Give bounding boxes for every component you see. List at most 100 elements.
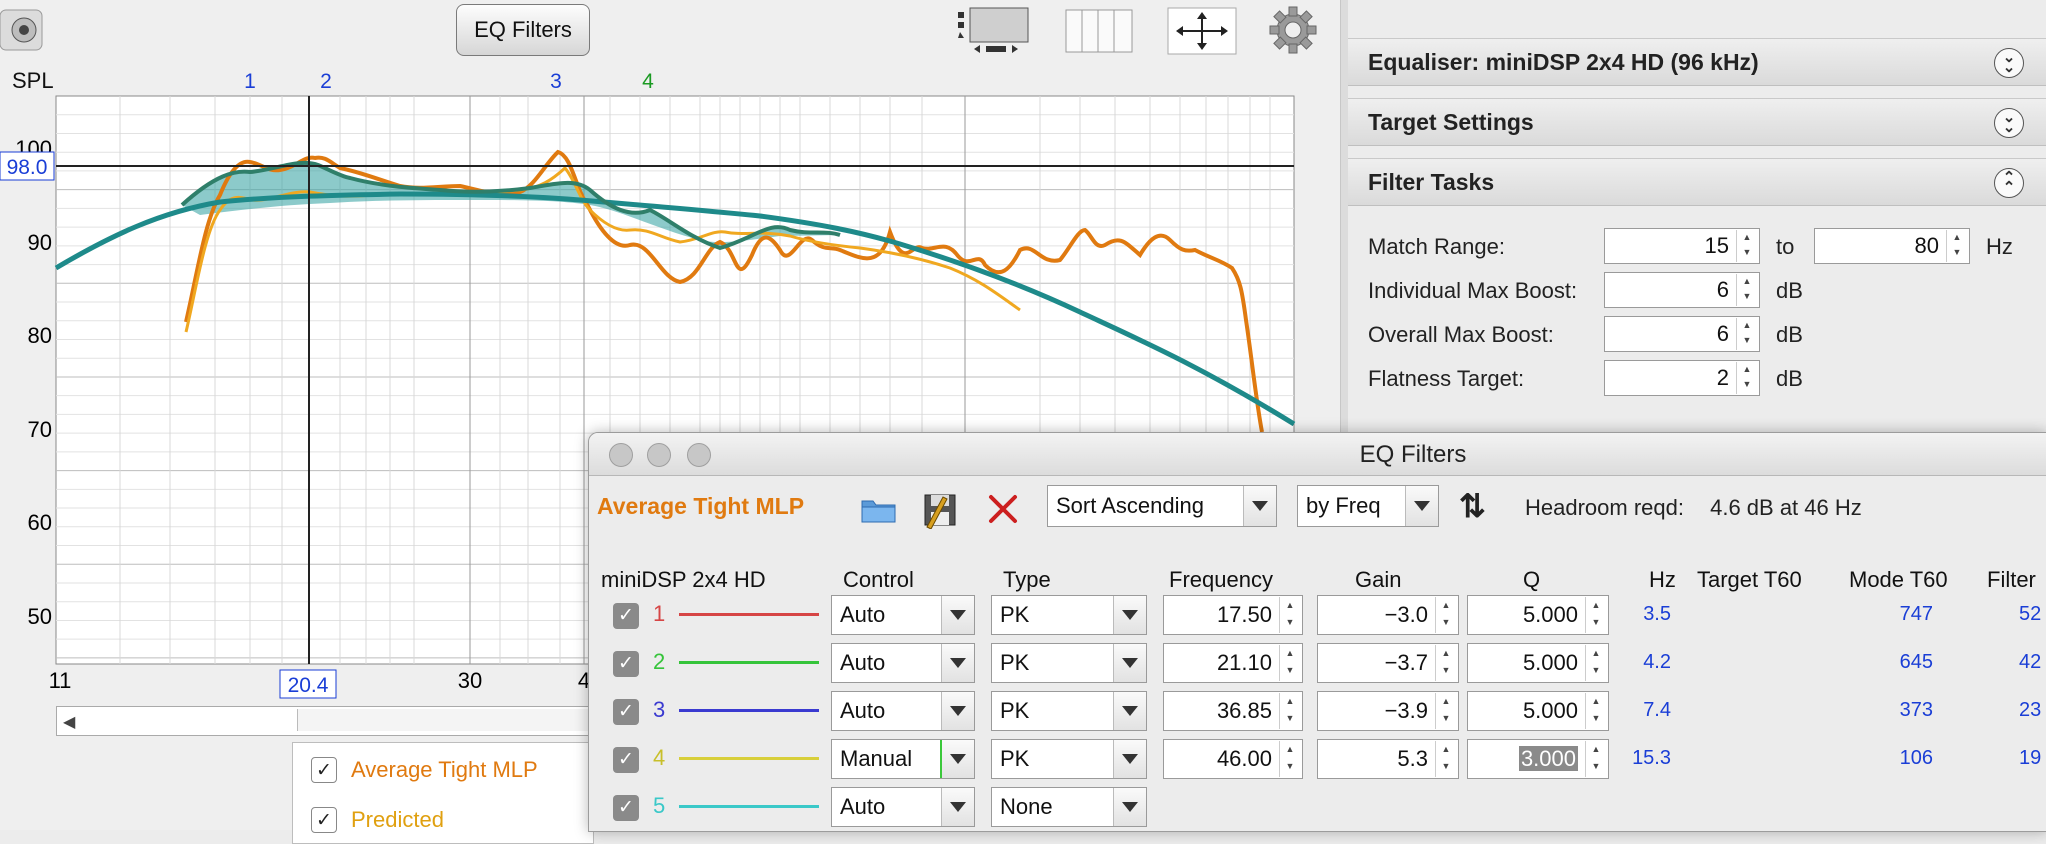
spinner-icon[interactable]: ▲ ▼ xyxy=(1585,693,1606,729)
open-folder-icon[interactable] xyxy=(859,489,899,529)
chevron-down-icon[interactable] xyxy=(1113,788,1146,826)
spinner-icon[interactable]: ▲ ▼ xyxy=(1279,741,1300,777)
chevron-down-icon[interactable] xyxy=(1113,644,1146,682)
filter-control-select[interactable]: Auto xyxy=(831,643,975,683)
expand-icon[interactable]: ⌄ ⌄ xyxy=(1994,108,2024,138)
filter-gain-input[interactable]: −3.7 ▲ ▼ xyxy=(1317,643,1459,683)
filter-q-input[interactable]: 5.000 ▲ ▼ xyxy=(1467,643,1609,683)
chevron-down-icon[interactable] xyxy=(1113,740,1146,778)
filter-control-value: Auto xyxy=(840,602,886,627)
legend-item-measurement[interactable]: ✓ Average Tight MLP xyxy=(311,757,538,783)
filter-enabled-checkbox[interactable]: ✓ xyxy=(613,651,639,677)
chevron-down-icon[interactable] xyxy=(941,596,974,634)
y-tick-60: 60 xyxy=(28,510,52,535)
legend-item-predicted[interactable]: ✓ Predicted xyxy=(311,807,444,833)
filter-q-input[interactable]: 5.000 ▲ ▼ xyxy=(1467,595,1609,635)
spinner-icon[interactable]: ▲ ▼ xyxy=(1435,645,1456,681)
filter-marker-4[interactable]: 4 xyxy=(642,70,654,93)
window-titlebar[interactable]: EQ Filters xyxy=(589,433,2046,476)
sort-toggle-icon[interactable]: ⇅ xyxy=(1459,487,1486,525)
filter-control-select[interactable]: Auto xyxy=(831,595,975,635)
col-mode-t60: Mode T60 xyxy=(1849,567,1948,592)
columns-icon[interactable] xyxy=(1064,4,1136,56)
chevron-down-icon[interactable] xyxy=(1405,486,1438,526)
filter-marker-3[interactable]: 3 xyxy=(550,70,562,93)
filter-frequency-input[interactable]: 21.10 ▲ ▼ xyxy=(1163,643,1303,683)
spinner-icon[interactable]: ▲ ▼ xyxy=(1585,741,1606,777)
filter-enabled-checkbox[interactable]: ✓ xyxy=(613,699,639,725)
filter-gain-input[interactable]: 5.3 ▲ ▼ xyxy=(1317,739,1459,779)
filter-number: 4 xyxy=(653,745,666,770)
legend-checkbox-measurement[interactable]: ✓ xyxy=(311,757,337,783)
speaker-icon[interactable] xyxy=(0,8,46,52)
eq-filters-button[interactable]: EQ Filters xyxy=(456,4,590,56)
filter-q-input[interactable]: 3.000 ▲ ▼ xyxy=(1467,739,1609,779)
scroll-thumb[interactable] xyxy=(297,709,598,731)
filter-frequency-input[interactable]: 17.50 ▲ ▼ xyxy=(1163,595,1303,635)
section-equaliser[interactable]: Equaliser: miniDSP 2x4 HD (96 kHz) ⌄ ⌄ xyxy=(1348,38,2046,86)
col-filter: Filter xyxy=(1987,567,2036,592)
spinner-icon[interactable]: ▲ ▼ xyxy=(1736,274,1757,306)
filter-control-select[interactable]: Auto xyxy=(831,691,975,731)
col-device: miniDSP 2x4 HD xyxy=(601,567,766,592)
filter-control-select[interactable]: Manual xyxy=(831,739,975,779)
horizontal-scrollbar[interactable]: ◀ xyxy=(56,706,598,736)
spinner-icon[interactable]: ▲ ▼ xyxy=(1736,230,1757,262)
chevron-down-icon[interactable] xyxy=(941,644,974,682)
expand-icon[interactable]: ⌄ ⌄ xyxy=(1994,48,2024,78)
spinner-icon[interactable]: ▲ ▼ xyxy=(1736,362,1757,394)
overall-max-boost-input[interactable]: 6 ▲ ▼ xyxy=(1604,316,1760,352)
spinner-icon[interactable]: ▲ ▼ xyxy=(1279,645,1300,681)
spinner-icon[interactable]: ▲ ▼ xyxy=(1736,318,1757,350)
gear-icon[interactable] xyxy=(1268,4,1318,56)
filter-enabled-checkbox[interactable]: ✓ xyxy=(613,747,639,773)
filter-type-select[interactable]: PK xyxy=(991,643,1147,683)
spinner-icon[interactable]: ▲ ▼ xyxy=(1585,597,1606,633)
move-icon[interactable] xyxy=(1166,4,1240,56)
spinner-icon[interactable]: ▲ ▼ xyxy=(1435,693,1456,729)
spinner-icon[interactable]: ▲ ▼ xyxy=(1946,230,1967,262)
spinner-icon[interactable]: ▲ ▼ xyxy=(1585,645,1606,681)
chevron-down-icon[interactable] xyxy=(1243,486,1276,526)
filter-gain-input[interactable]: −3.0 ▲ ▼ xyxy=(1317,595,1459,635)
filter-type-select[interactable]: None xyxy=(991,787,1147,827)
filter-enabled-checkbox[interactable]: ✓ xyxy=(613,603,639,629)
individual-max-boost-input[interactable]: 6 ▲ ▼ xyxy=(1604,272,1760,308)
spinner-icon[interactable]: ▲ ▼ xyxy=(1435,741,1456,777)
filter-type-select[interactable]: PK xyxy=(991,691,1147,731)
sort-by-select[interactable]: by Freq xyxy=(1297,485,1439,527)
spinner-icon[interactable]: ▲ ▼ xyxy=(1279,693,1300,729)
match-range-to-input[interactable]: 80 ▲ ▼ xyxy=(1814,228,1970,264)
filter-frequency-input[interactable]: 46.00 ▲ ▼ xyxy=(1163,739,1303,779)
delete-icon[interactable] xyxy=(983,489,1023,529)
chevron-down-icon[interactable] xyxy=(1113,692,1146,730)
chevron-down-icon[interactable] xyxy=(940,740,974,778)
section-target-settings[interactable]: Target Settings ⌄ ⌄ xyxy=(1348,98,2046,146)
save-icon[interactable] xyxy=(921,489,961,529)
filter-row: ✓ 4 Manual PK 46.00 ▲ ▼ 5.3 ▲ ▼ 3.000 ▲ ▼ 1… xyxy=(589,739,2046,779)
filter-type-select[interactable]: PK xyxy=(991,739,1147,779)
filter-control-value: Auto xyxy=(840,794,886,819)
spinner-icon[interactable]: ▲ ▼ xyxy=(1279,597,1300,633)
chevron-down-icon[interactable] xyxy=(941,692,974,730)
spinner-icon[interactable]: ▲ ▼ xyxy=(1435,597,1456,633)
filter-enabled-checkbox[interactable]: ✓ xyxy=(613,795,639,821)
filter-frequency-input[interactable]: 36.85 ▲ ▼ xyxy=(1163,691,1303,731)
section-filter-tasks[interactable]: Filter Tasks ⌃ ⌃ xyxy=(1348,158,2046,206)
chevron-down-icon[interactable] xyxy=(941,788,974,826)
sort-order-select[interactable]: Sort Ascending xyxy=(1047,485,1277,527)
filter-marker-2[interactable]: 2 xyxy=(320,70,332,93)
filter-q-input[interactable]: 5.000 ▲ ▼ xyxy=(1467,691,1609,731)
filter-marker-1[interactable]: 1 xyxy=(244,70,256,93)
collapse-icon[interactable]: ⌃ ⌃ xyxy=(1994,168,2024,198)
layout-icon[interactable] xyxy=(956,4,1036,56)
section-target-title: Target Settings xyxy=(1368,108,1534,135)
flatness-target-input[interactable]: 2 ▲ ▼ xyxy=(1604,360,1760,396)
chevron-down-icon[interactable] xyxy=(1113,596,1146,634)
filter-gain-input[interactable]: −3.9 ▲ ▼ xyxy=(1317,691,1459,731)
legend-checkbox-predicted[interactable]: ✓ xyxy=(311,807,337,833)
match-range-from-input[interactable]: 15 ▲ ▼ xyxy=(1604,228,1760,264)
scroll-left-icon[interactable]: ◀ xyxy=(63,712,75,732)
filter-control-select[interactable]: Auto xyxy=(831,787,975,827)
filter-type-select[interactable]: PK xyxy=(991,595,1147,635)
